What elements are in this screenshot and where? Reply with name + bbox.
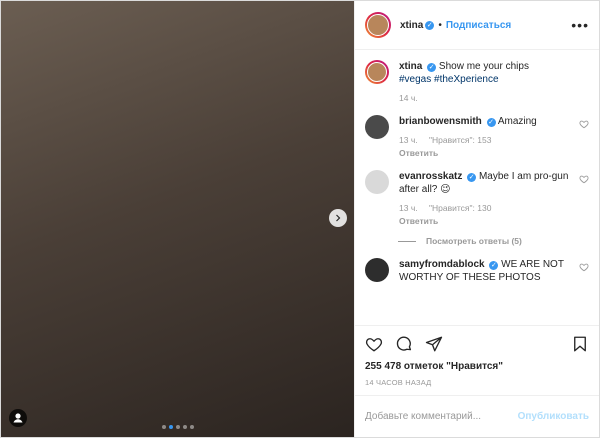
post-media[interactable] [1,1,354,437]
author-username[interactable]: xtina [400,20,423,31]
instagram-post: xtina ✓ • Подписаться ••• xtina ✓ Show m… [0,0,600,438]
like-comment-heart-icon[interactable] [579,119,589,129]
replies-line [398,240,416,242]
carousel-dot-active [168,425,173,429]
verified-badge-icon: ✓ [489,261,499,270]
carousel-dot [161,425,166,429]
comment-likes[interactable]: "Нравится": 130 [429,203,491,213]
commenter-username[interactable]: brianbowensmith [399,116,482,127]
comment-text: Amazing [497,116,537,127]
caption-text: Show me your chips [438,61,529,72]
reply-button[interactable]: Ответить [399,148,438,158]
comment-item: samyfromdablock ✓ WE ARE NOT WORTHY OF T… [365,258,589,284]
add-comment-input[interactable] [365,411,518,422]
caption-username[interactable]: xtina [399,61,422,72]
save-bookmark-icon[interactable] [571,335,589,353]
view-replies-button[interactable]: Посмотреть ответы (5) [398,236,589,246]
add-comment-bar: Опубликовать [355,395,599,437]
commenter-avatar[interactable] [365,170,389,194]
verified-badge-icon: ✓ [427,63,437,72]
action-bar [355,325,599,361]
author-avatar[interactable] [365,12,391,38]
verified-badge-icon: ✓ [425,20,435,30]
like-comment-heart-icon[interactable] [579,174,589,184]
next-slide-chevron-icon[interactable] [329,209,347,227]
share-icon[interactable] [425,335,443,353]
carousel-dot [189,425,194,429]
comment-item: brianbowensmith ✓ Amazing 13 ч. "Нравитс… [365,115,589,160]
comment-likes[interactable]: "Нравится": 153 [429,135,491,145]
carousel-dot [175,425,180,429]
comment-item: evanrosskatz ✓ Maybe I am pro-gun after … [365,170,589,228]
commenter-username[interactable]: samyfromdablock [399,259,485,270]
caption-avatar[interactable] [365,60,389,84]
like-heart-icon[interactable] [365,335,383,353]
caption: xtina ✓ Show me your chips #vegas #theXp… [365,60,589,105]
verified-badge-icon: ✓ [467,173,477,182]
comments-list: xtina ✓ Show me your chips #vegas #theXp… [355,50,599,325]
carousel-dot [182,425,187,429]
caption-hashtags[interactable]: #vegas #theXperience [399,74,499,85]
verified-badge-icon: ✓ [486,118,496,127]
follow-button[interactable]: Подписаться [446,20,511,31]
like-comment-heart-icon[interactable] [579,262,589,272]
commenter-username[interactable]: evanrosskatz [399,171,462,182]
more-options-icon[interactable]: ••• [571,18,589,32]
view-replies-label[interactable]: Посмотреть ответы (5) [426,236,522,246]
comment-time: 13 ч. [399,203,418,213]
reply-button[interactable]: Ответить [399,216,438,226]
posted-time: 14 ЧАСОВ НАЗАД [365,378,432,387]
comment-time: 13 ч. [399,135,418,145]
separator-dot: • [438,19,442,31]
comment-bubble-icon[interactable] [395,335,413,353]
carousel-dots [1,425,354,429]
publish-button[interactable]: Опубликовать [518,411,589,422]
commenter-avatar[interactable] [365,115,389,139]
photo-placeholder [1,1,354,437]
caption-time: 14 ч. [399,93,418,103]
post-sidebar: xtina ✓ • Подписаться ••• xtina ✓ Show m… [354,1,599,437]
post-header: xtina ✓ • Подписаться ••• [355,1,599,50]
likes-count[interactable]: 255 478 отметок "Нравится" [355,361,599,372]
commenter-avatar[interactable] [365,258,389,282]
